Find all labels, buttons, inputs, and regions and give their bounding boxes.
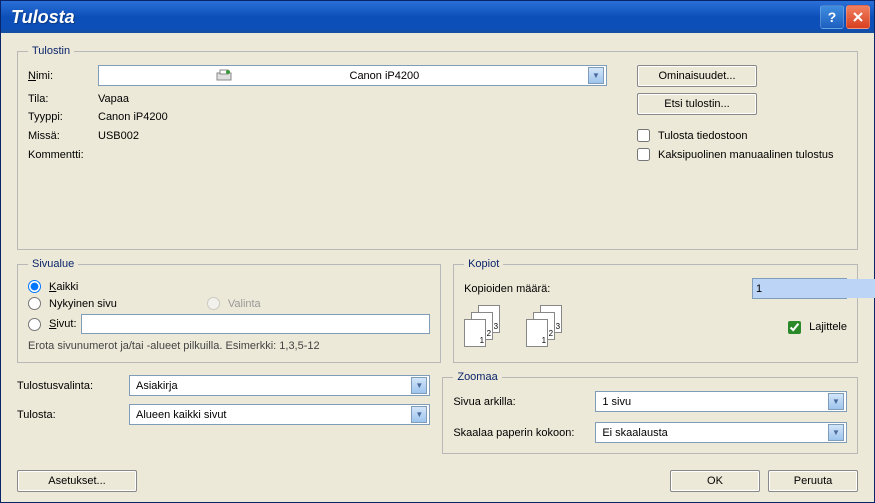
- zoom-group: Zoomaa Sivua arkilla: 1 sivu ▼ Skaalaa p…: [442, 371, 858, 454]
- printer-legend: Tulostin: [28, 45, 74, 57]
- range-current-radio[interactable]: Nykyinen sivu: [28, 297, 117, 310]
- printer-group: Tulostin Nimi: Canon iP4200 ▼ Ominaisuud…: [17, 45, 858, 250]
- titlebar[interactable]: Tulosta ?: [1, 1, 874, 33]
- copies-count-input[interactable]: [753, 279, 875, 298]
- copies-count-spinner[interactable]: ▲ ▼: [752, 278, 847, 299]
- chevron-down-icon: ▼: [411, 406, 427, 423]
- print-what-select[interactable]: Asiakirja ▼: [129, 375, 430, 396]
- range-selection-radio: Valinta: [207, 297, 261, 310]
- chevron-down-icon: ▼: [828, 424, 844, 441]
- printer-icon: [103, 68, 344, 84]
- collate-preview-a: 3 2 1: [464, 305, 502, 349]
- scale-to-paper-label: Skaalaa paperin kokoon:: [453, 427, 595, 439]
- pages-per-sheet-label: Sivua arkilla:: [453, 396, 595, 408]
- collate-checkbox[interactable]: Lajittele: [788, 321, 847, 334]
- print-side-label: Tulosta:: [17, 409, 125, 421]
- printer-status-label: Tila:: [28, 93, 98, 105]
- help-button[interactable]: ?: [820, 5, 844, 29]
- copies-legend: Kopiot: [464, 258, 503, 270]
- zoom-legend: Zoomaa: [453, 371, 501, 383]
- pages-per-sheet-select[interactable]: 1 sivu ▼: [595, 391, 847, 412]
- chevron-down-icon: ▼: [828, 393, 844, 410]
- close-button[interactable]: [846, 5, 870, 29]
- range-all-radio[interactable]: Kaikki: [28, 280, 430, 293]
- printer-type-label: Tyyppi:: [28, 111, 98, 123]
- printer-name-label: Nimi:: [28, 70, 98, 82]
- chevron-down-icon: ▼: [411, 377, 427, 394]
- manual-duplex-checkbox[interactable]: Kaksipuolinen manuaalinen tulostus: [637, 148, 834, 161]
- copies-count-label: Kopioiden määrä:: [464, 283, 550, 295]
- find-printer-button[interactable]: Etsi tulostin...: [637, 93, 757, 115]
- options-button[interactable]: Asetukset...: [17, 470, 137, 492]
- ok-button[interactable]: OK: [670, 470, 760, 492]
- cancel-button[interactable]: Peruuta: [768, 470, 858, 492]
- copies-group: Kopiot Kopioiden määrä: ▲ ▼ 3 2: [453, 258, 858, 363]
- page-range-hint: Erota sivunumerot ja/tai -alueet pilkuil…: [28, 340, 430, 352]
- printer-name-value: Canon iP4200: [348, 70, 589, 82]
- properties-button[interactable]: Ominaisuudet...: [637, 65, 757, 87]
- printer-type-value: Canon iP4200: [98, 111, 607, 123]
- print-to-file-checkbox[interactable]: Tulosta tiedostoon: [637, 129, 747, 142]
- window-title: Tulosta: [11, 7, 818, 28]
- collate-preview-b: 3 2 1: [526, 305, 564, 349]
- page-range-legend: Sivualue: [28, 258, 78, 270]
- print-side-select[interactable]: Alueen kaikki sivut ▼: [129, 404, 430, 425]
- print-dialog: Tulosta ? Tulostin Nimi: Canon iP4200 ▼ …: [0, 0, 875, 503]
- printer-where-value: USB002: [98, 130, 607, 142]
- range-pages-radio[interactable]: Sivut:: [28, 314, 430, 334]
- page-range-group: Sivualue Kaikki Nykyinen sivu Valinta Si…: [17, 258, 441, 363]
- print-what-label: Tulostusvalinta:: [17, 380, 125, 392]
- chevron-down-icon: ▼: [588, 67, 604, 84]
- pages-input[interactable]: [81, 314, 431, 334]
- printer-name-select[interactable]: Canon iP4200 ▼: [98, 65, 607, 86]
- printer-where-label: Missä:: [28, 130, 98, 142]
- printer-status-value: Vapaa: [98, 93, 607, 105]
- scale-to-paper-select[interactable]: Ei skaalausta ▼: [595, 422, 847, 443]
- printer-comment-label: Kommentti:: [28, 149, 98, 161]
- close-icon: [852, 11, 864, 23]
